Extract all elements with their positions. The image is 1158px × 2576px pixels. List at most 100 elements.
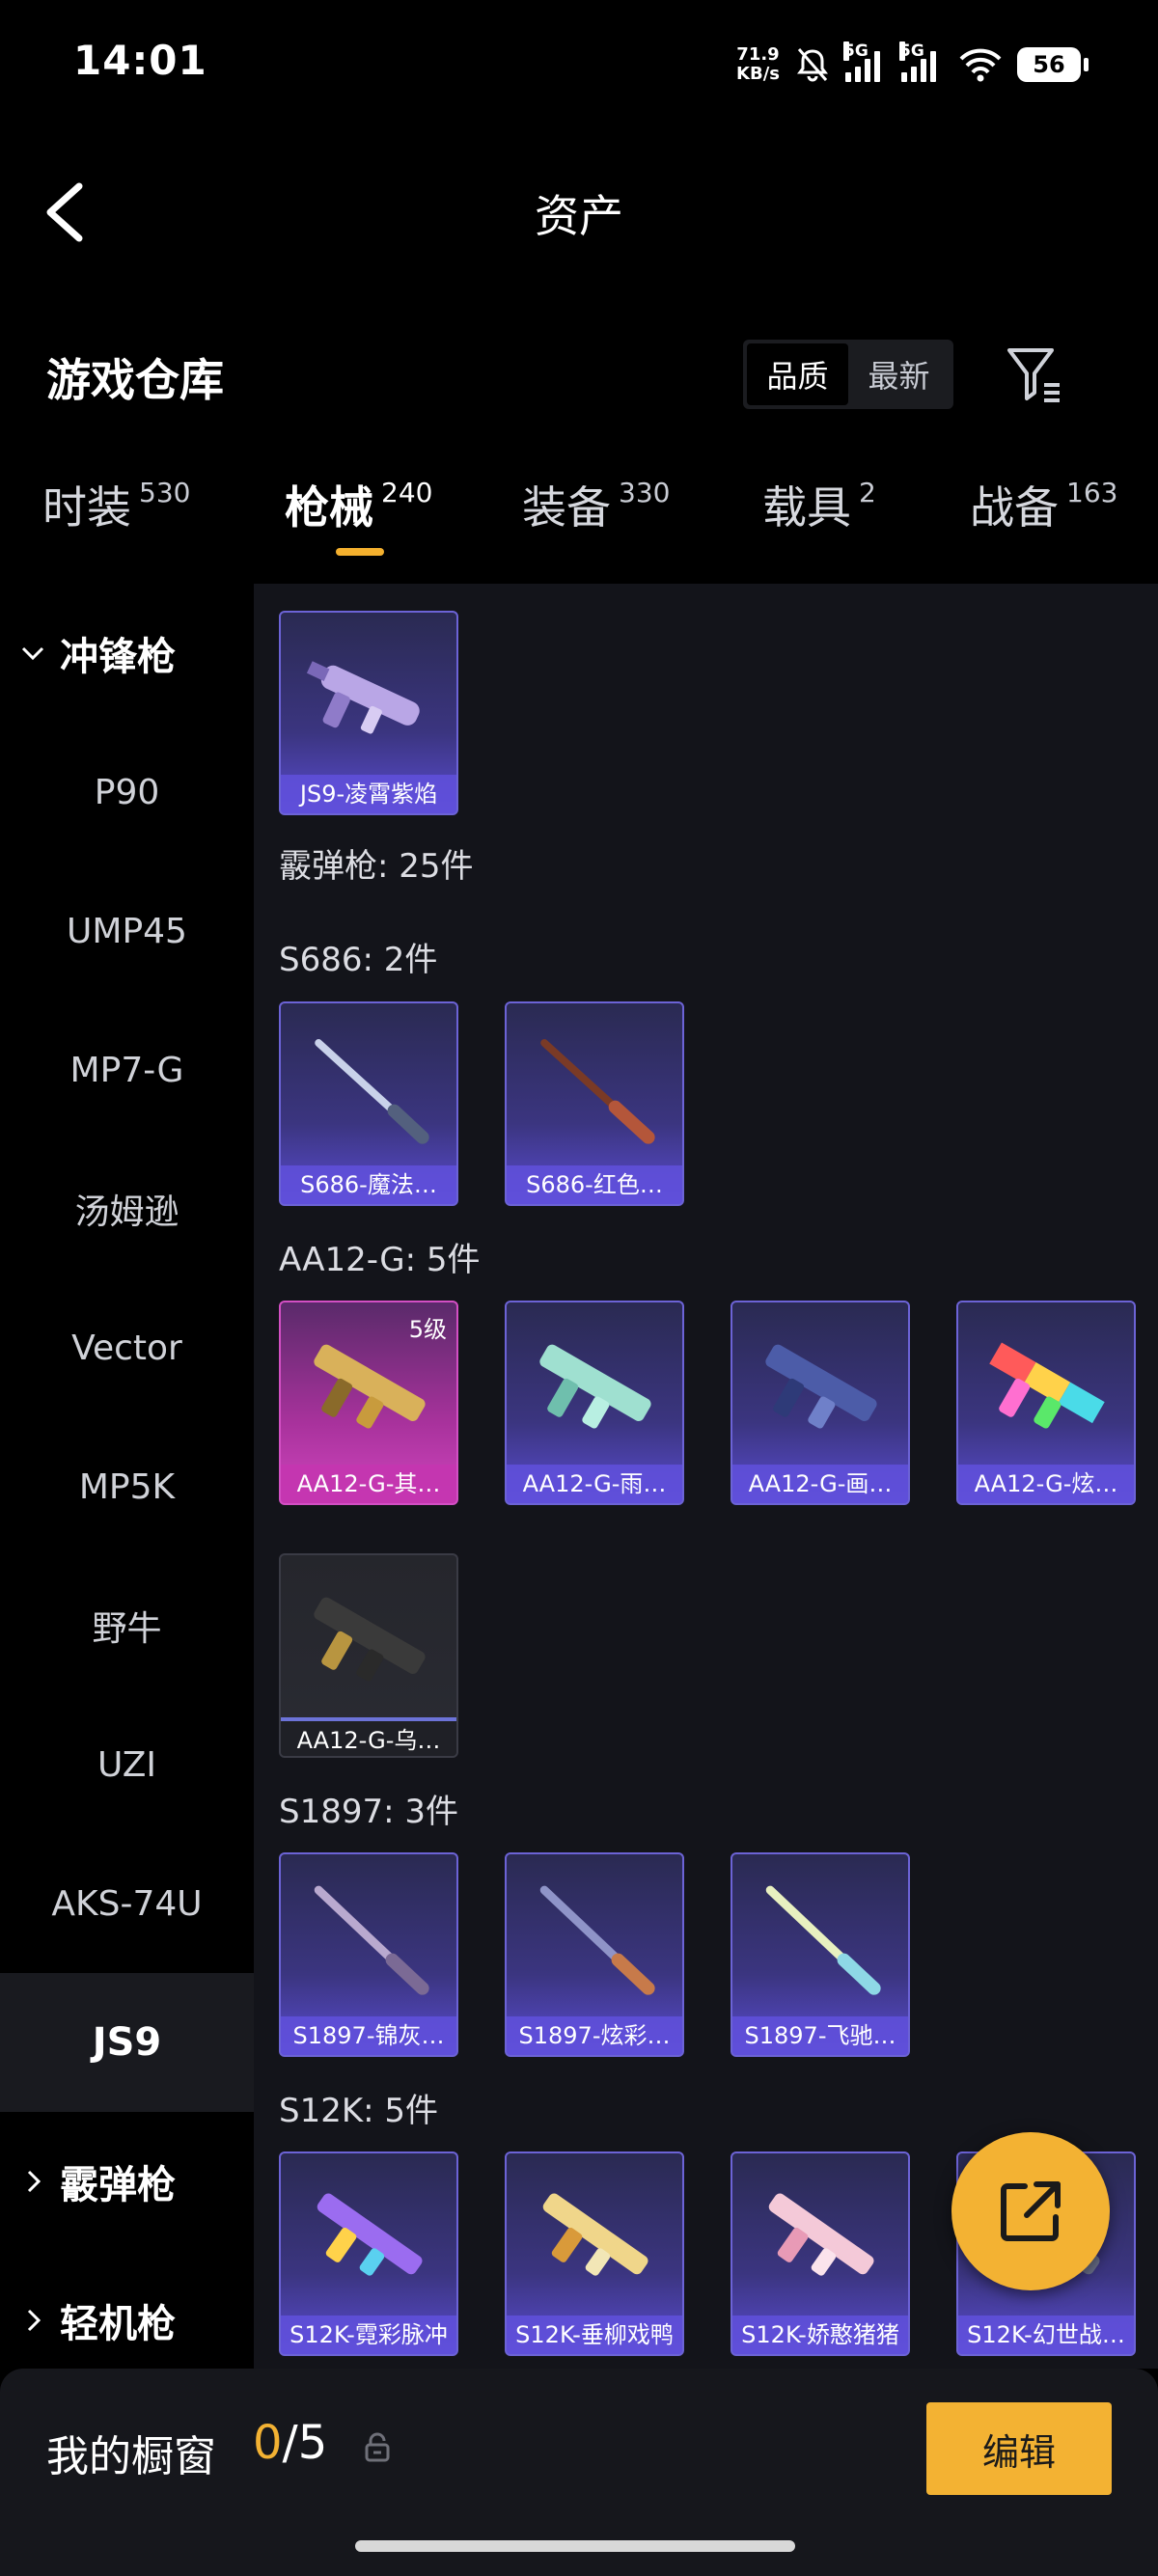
weapon-image <box>507 1003 682 1167</box>
item-card[interactable]: AA12-G-画… <box>731 1301 910 1505</box>
item-card[interactable]: AA12-G-炫… <box>956 1301 1136 1505</box>
tab-firearms[interactable]: 枪械 240 <box>285 473 432 536</box>
status-time: 14:01 <box>73 37 207 84</box>
sidebar-item-bizon[interactable]: 野牛 <box>0 1556 254 1695</box>
status-icons: 71.9 KB/s 5G 5G 56 <box>736 41 1089 89</box>
filter-button[interactable] <box>1004 343 1065 404</box>
tab-label: 枪械 <box>285 481 373 534</box>
showcase-count: 0/5 <box>253 2416 327 2470</box>
sort-quality-option[interactable]: 品质 <box>747 343 848 405</box>
weapon-image <box>281 1003 456 1167</box>
home-indicator[interactable] <box>355 2540 795 2552</box>
share-fab-button[interactable] <box>951 2132 1110 2290</box>
sidebar-item-mp7g[interactable]: MP7-G <box>0 1000 254 1139</box>
weapon-image <box>507 1854 682 2018</box>
lock-icon <box>363 2431 392 2462</box>
tab-count: 163 <box>1066 477 1118 508</box>
weapon-image <box>732 2153 908 2317</box>
net-speed-value: 71.9 <box>736 44 780 65</box>
edit-button[interactable]: 编辑 <box>926 2402 1112 2495</box>
weapon-image <box>507 2153 682 2317</box>
category-summary: 霰弹枪: 25件 <box>279 847 474 886</box>
mute-bell-icon <box>797 48 828 82</box>
weapon-image <box>281 613 456 777</box>
sidebar-item-aks74u[interactable]: AKS-74U <box>0 1834 254 1973</box>
tab-count: 240 <box>381 477 433 508</box>
sidebar-item-p90[interactable]: P90 <box>0 723 254 862</box>
category-tabs: 时装 530 枪械 240 装备 330 载具 2 战备 163 <box>0 473 1158 560</box>
sidebar-item-js9[interactable]: JS9 <box>0 1973 254 2112</box>
weapon-image <box>281 1302 456 1466</box>
signal-5g-icon: 5G <box>843 41 888 82</box>
sidebar-item-ump45[interactable]: UMP45 <box>0 862 254 1000</box>
sidebar-group-label: 轻机枪 <box>60 2302 176 2346</box>
weapon-image <box>507 1302 682 1466</box>
tab-equipment[interactable]: 装备 330 <box>522 473 670 536</box>
signal-5g-icon: 5G <box>899 41 944 82</box>
chevron-right-icon <box>27 2170 41 2193</box>
item-name: AA12-G-其… <box>281 1465 456 1503</box>
page-title: 资产 <box>535 190 623 242</box>
item-card[interactable]: S1897-飞驰… <box>731 1852 910 2057</box>
weapon-image <box>281 2153 456 2317</box>
sort-toggle[interactable]: 品质 最新 <box>743 340 953 409</box>
item-card[interactable]: S686-红色… <box>505 1001 684 1206</box>
sidebar-group-smg[interactable]: 冲锋枪 <box>0 584 254 723</box>
tab-count: 530 <box>139 477 191 508</box>
item-card[interactable]: S686-魔法… <box>279 1001 458 1206</box>
weapon-image <box>958 1302 1134 1466</box>
item-name: S12K-娇憨猪猪 <box>732 2316 908 2354</box>
item-card[interactable]: S1897-炫彩… <box>505 1852 684 2057</box>
sidebar-item-vector[interactable]: Vector <box>0 1278 254 1417</box>
weapon-image <box>732 1854 908 2018</box>
sidebar-item-uzi[interactable]: UZI <box>0 1695 254 1834</box>
item-card[interactable]: AA12-G-乌… <box>279 1553 458 1758</box>
chevron-down-icon <box>21 646 44 661</box>
item-card[interactable]: AA12-G-雨… <box>505 1301 684 1505</box>
item-name: AA12-G-乌… <box>281 1717 456 1756</box>
sidebar-item-mp5k[interactable]: MP5K <box>0 1417 254 1556</box>
weapon-image <box>281 1555 456 1719</box>
tab-supplies[interactable]: 战备 163 <box>970 473 1117 536</box>
item-name: AA12-G-炫… <box>958 1465 1134 1503</box>
sidebar-group-label: 霰弹枪 <box>60 2163 176 2207</box>
item-name: S686-魔法… <box>281 1165 456 1204</box>
tab-label: 载具 <box>762 481 851 534</box>
weapon-sidebar: 冲锋枪 P90 UMP45 MP7-G 汤姆逊 Vector MP5K 野牛 U… <box>0 584 254 2369</box>
group-label-aa12g: AA12-G: 5件 <box>279 1241 481 1279</box>
active-tab-indicator <box>336 548 384 556</box>
item-name: S1897-炫彩… <box>507 2016 682 2055</box>
item-name: AA12-G-雨… <box>507 1465 682 1503</box>
item-name: S12K-霓彩脉冲 <box>281 2316 456 2354</box>
showcase-used: 0 <box>253 2416 283 2470</box>
tab-fashion[interactable]: 时装 530 <box>42 473 190 536</box>
group-label-s686: S686: 2件 <box>279 941 438 979</box>
weapon-image <box>281 1854 456 2018</box>
tab-label: 战备 <box>970 481 1059 534</box>
item-card[interactable]: S12K-娇憨猪猪 <box>731 2151 910 2356</box>
tab-count: 2 <box>859 477 876 508</box>
item-card[interactable]: 5级 AA12-G-其… <box>279 1301 458 1505</box>
item-name: S1897-飞驰… <box>732 2016 908 2055</box>
tab-vehicles[interactable]: 载具 2 <box>762 473 876 536</box>
sort-newest-option[interactable]: 最新 <box>848 343 950 405</box>
item-name: AA12-G-画… <box>732 1465 908 1503</box>
weapon-grid: JS9-凌霄紫焰 霰弹枪: 25件 S686: 2件 S686-魔法… S686… <box>254 584 1158 2369</box>
item-card[interactable]: S12K-垂柳戏鸭 <box>505 2151 684 2356</box>
battery-icon: 56 <box>1017 47 1089 82</box>
item-card[interactable]: S1897-锦灰… <box>279 1852 458 2057</box>
warehouse-title: 游戏仓库 <box>46 354 224 406</box>
sidebar-group-label: 冲锋枪 <box>60 635 176 679</box>
chevron-right-icon <box>27 2309 41 2332</box>
item-card[interactable]: JS9-凌霄紫焰 <box>279 611 458 815</box>
sidebar-item-thompson[interactable]: 汤姆逊 <box>0 1139 254 1278</box>
item-name: S12K-幻世战… <box>958 2316 1134 2354</box>
share-external-icon <box>1001 2181 1061 2241</box>
item-card[interactable]: S12K-霓彩脉冲 <box>279 2151 458 2356</box>
wifi-icon <box>959 48 1002 82</box>
sidebar-group-shotgun[interactable]: 霰弹枪 <box>0 2112 254 2251</box>
tab-count: 330 <box>619 477 671 508</box>
tab-label: 时装 <box>42 481 131 534</box>
group-label-s12k: S12K: 5件 <box>279 2092 439 2130</box>
showcase-label: 我的橱窗 <box>46 2432 216 2481</box>
